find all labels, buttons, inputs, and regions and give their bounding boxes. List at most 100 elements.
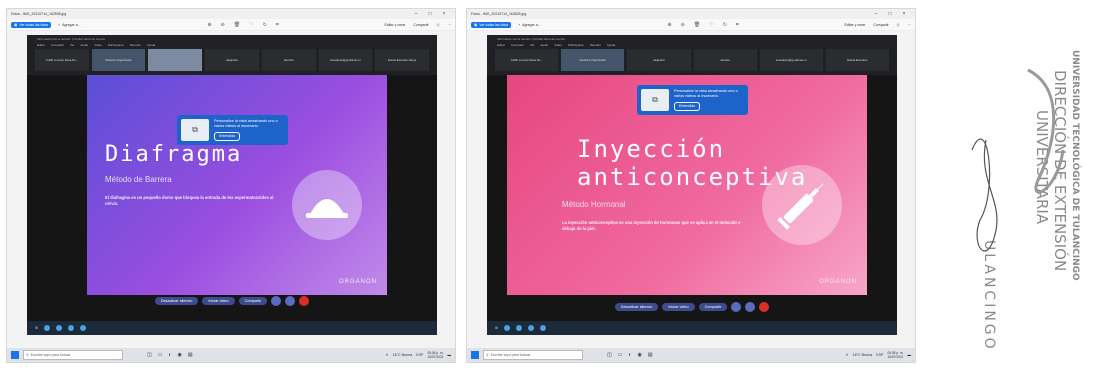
participant-tile[interactable]: anavalerio@gmailmax.m xyxy=(759,49,823,71)
rotate-icon[interactable]: ↻ xyxy=(723,22,727,28)
weather-text[interactable]: 16°C Bruma xyxy=(393,353,413,357)
clock[interactable]: 05:08 p. m. 16/07/2021 xyxy=(887,351,903,359)
app-icon xyxy=(515,325,522,331)
menu-item[interactable]: Ayuda xyxy=(147,43,155,47)
share-screen-button[interactable]: Compartir xyxy=(698,303,728,311)
notifications-icon[interactable]: ▬ xyxy=(907,353,911,357)
unmute-button[interactable]: Desactivar silencio xyxy=(614,303,659,311)
participant-tile[interactable]: alondra xyxy=(693,49,757,71)
chrome-icon[interactable]: ◉ xyxy=(178,352,182,358)
weather-text[interactable]: 16°C Bruma xyxy=(853,353,873,357)
zoom-in-icon[interactable]: ⊕ xyxy=(207,22,211,28)
participant-tile[interactable]: Judith Lucerito Rosa Ru... xyxy=(35,49,89,71)
menu-item[interactable]: Editar xyxy=(37,43,45,47)
maximize-icon[interactable]: □ xyxy=(883,11,897,17)
share-screen-button[interactable]: Compartir xyxy=(238,297,268,305)
crop-icon[interactable]: ⌗ xyxy=(736,22,739,28)
more-options-icon[interactable] xyxy=(745,302,756,312)
language-indicator[interactable]: ESP xyxy=(416,353,423,357)
view-all-photos-button[interactable]: ▣ Ver todas las fotos xyxy=(471,21,512,28)
menu-item[interactable]: Ver xyxy=(530,43,535,47)
more-options-icon[interactable] xyxy=(285,296,296,306)
menu-item[interactable]: Participante xyxy=(108,43,124,47)
favorite-icon[interactable]: ♡ xyxy=(709,22,713,28)
print-icon[interactable]: ⎙ xyxy=(897,23,900,27)
taskbar-search[interactable]: ⚲ Escribe aquí para buscar xyxy=(23,350,123,360)
participant-tile[interactable]: Estela Escudero xyxy=(825,49,890,71)
participant-tile[interactable]: alejandra xyxy=(627,49,691,71)
menu-item[interactable]: Ver xyxy=(70,43,75,47)
share-button[interactable]: Compartir xyxy=(413,23,428,27)
task-view-icon[interactable]: ◫ xyxy=(147,352,152,358)
participant-tile[interactable]: Estela Escudero Moya xyxy=(375,49,430,71)
photos-icon[interactable]: ▤ xyxy=(188,352,193,358)
edit-create-button[interactable]: Editar y crear xyxy=(385,23,406,27)
add-to-button[interactable]: + Agregar a... xyxy=(515,22,543,28)
menu-item[interactable]: Ayuda xyxy=(607,43,615,47)
zoom-in-icon[interactable]: ⊕ xyxy=(667,22,671,28)
menu-item[interactable]: Participante xyxy=(568,43,584,47)
shared-slide: Diafragma Método de Barrera El diafragma… xyxy=(87,75,387,295)
edge-icon[interactable]: ◐ xyxy=(168,352,171,358)
clock[interactable]: 05:08 p. m. 16/07/2021 xyxy=(427,351,443,359)
menu-item[interactable]: Reunión xyxy=(130,43,141,47)
start-button[interactable] xyxy=(471,351,479,359)
meeting-breadcrumb[interactable]: Información de la reunión | Ocultar barr… xyxy=(487,35,897,43)
participant-video-tile[interactable]: Stefanía Organizador xyxy=(561,49,625,71)
edit-create-button[interactable]: Editar y crear xyxy=(845,23,866,27)
participants-icon[interactable] xyxy=(271,296,282,306)
delete-icon[interactable]: 🗑 xyxy=(234,22,240,28)
file-explorer-icon[interactable]: ▭ xyxy=(158,352,163,358)
favorite-icon[interactable]: ♡ xyxy=(249,22,253,28)
share-button[interactable]: Compartir xyxy=(873,23,888,27)
understood-button[interactable]: Entendido xyxy=(214,132,241,141)
zoom-out-icon[interactable]: ⊖ xyxy=(221,22,225,28)
photos-icon[interactable]: ▤ xyxy=(648,352,653,358)
participant-tile[interactable]: alejandra xyxy=(205,49,259,71)
rotate-icon[interactable]: ↻ xyxy=(263,22,267,28)
meeting-breadcrumb[interactable]: Información de la reunión | Ocultar barr… xyxy=(27,35,437,43)
zoom-out-icon[interactable]: ⊖ xyxy=(681,22,685,28)
layout-illustration-icon: ⧉ xyxy=(181,119,209,141)
notifications-icon[interactable]: ▬ xyxy=(447,353,451,357)
menu-item[interactable]: Audio xyxy=(541,43,549,47)
leave-meeting-icon[interactable] xyxy=(299,296,310,306)
menu-item[interactable]: Editar xyxy=(497,43,505,47)
print-icon[interactable]: ⎙ xyxy=(437,23,440,27)
edge-icon[interactable]: ◐ xyxy=(628,352,631,358)
menu-item[interactable]: Compartir xyxy=(511,43,524,47)
taskbar-search[interactable]: ⚲ Escribe aquí para buscar xyxy=(483,350,583,360)
minimize-icon[interactable]: – xyxy=(409,11,423,17)
delete-icon[interactable]: 🗑 xyxy=(694,22,700,28)
start-video-button[interactable]: Iniciar video xyxy=(662,303,695,311)
close-icon[interactable]: × xyxy=(437,11,451,17)
start-button[interactable] xyxy=(11,351,19,359)
minimize-icon[interactable]: – xyxy=(869,11,883,17)
understood-button[interactable]: Entendido xyxy=(674,102,701,111)
more-icon[interactable]: ··· xyxy=(908,23,912,27)
menu-item[interactable]: Reunión xyxy=(590,43,601,47)
close-icon[interactable]: × xyxy=(897,11,911,17)
file-explorer-icon[interactable]: ▭ xyxy=(618,352,623,358)
more-icon[interactable]: ··· xyxy=(448,23,452,27)
participant-video-tile[interactable]: Stefanía Organizador xyxy=(91,49,146,71)
participants-icon[interactable] xyxy=(731,302,742,312)
start-video-button[interactable]: Iniciar video xyxy=(202,297,235,305)
participant-tile[interactable]: anavalerio@gmailmax.m xyxy=(318,49,373,71)
leave-meeting-icon[interactable] xyxy=(759,302,770,312)
participant-video-tile[interactable] xyxy=(148,49,203,71)
participant-tile[interactable]: Judith Lucerito Rosa Ru... xyxy=(495,49,559,71)
participant-tile[interactable]: alondra xyxy=(261,49,316,71)
crop-icon[interactable]: ⌗ xyxy=(276,22,279,28)
menu-item[interactable]: Audio xyxy=(81,43,89,47)
unmute-button[interactable]: Desactivar silencio xyxy=(154,297,199,305)
menu-item[interactable]: Video xyxy=(554,43,562,47)
language-indicator[interactable]: ESP xyxy=(876,353,883,357)
menu-item[interactable]: Compartir xyxy=(51,43,64,47)
view-all-photos-button[interactable]: ▣ Ver todas las fotos xyxy=(11,21,52,28)
chrome-icon[interactable]: ◉ xyxy=(638,352,642,358)
menu-item[interactable]: Video xyxy=(94,43,102,47)
task-view-icon[interactable]: ◫ xyxy=(607,352,612,358)
maximize-icon[interactable]: □ xyxy=(423,11,437,17)
add-to-button[interactable]: + Agregar a... xyxy=(55,22,83,28)
